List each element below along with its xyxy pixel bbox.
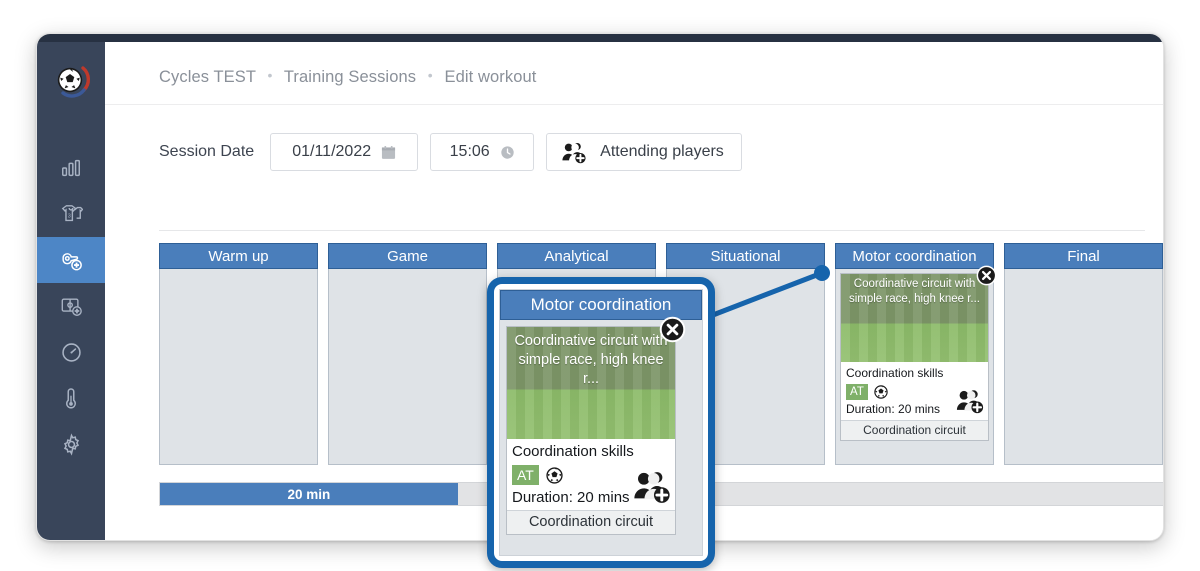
sidebar-item-statistics[interactable] xyxy=(37,145,105,191)
app-logo[interactable] xyxy=(53,61,91,99)
session-time-value: 15:06 xyxy=(449,143,490,160)
sidebar-nav: 3 xyxy=(37,145,114,467)
window-title-bar xyxy=(37,34,1163,42)
soccer-ball-icon xyxy=(874,384,888,399)
session-date-label: Session Date xyxy=(159,143,255,160)
zoom-popup[interactable]: Motor coordination Coordinative circuit … xyxy=(487,277,715,568)
header-divider xyxy=(105,104,1163,105)
zoom-popup-body: Motor coordination Coordinative circuit … xyxy=(499,289,703,556)
breadcrumb: Cycles TEST • Training Sessions • Edit w… xyxy=(159,67,536,87)
players-add-icon[interactable] xyxy=(632,469,672,509)
players-add-icon xyxy=(561,141,587,164)
pitch-plus-icon xyxy=(61,298,82,316)
players-add-icon[interactable] xyxy=(955,388,985,419)
card-info: Coordination skills AT Duration: 20 mins xyxy=(841,362,988,420)
card-image: Coordinative circuit with simple race, h… xyxy=(507,327,675,439)
column-header: Analytical xyxy=(497,243,656,269)
status-badge: AT xyxy=(846,383,868,400)
board-column-final: Final xyxy=(1004,243,1163,473)
svg-text:3: 3 xyxy=(68,213,71,219)
sidebar-item-settings[interactable] xyxy=(37,421,105,467)
session-controls: Session Date 01/11/2022 15:06 Attending … xyxy=(159,133,742,171)
left-sidebar: 3 xyxy=(37,42,114,540)
workout-card-magnified[interactable]: Coordinative circuit with simple race, h… xyxy=(506,316,686,535)
attending-players-label: Attending players xyxy=(600,143,724,160)
column-dropzone[interactable] xyxy=(159,269,318,465)
session-date-value: 01/11/2022 xyxy=(292,143,372,160)
calendar-icon[interactable] xyxy=(381,145,396,160)
column-dropzone[interactable] xyxy=(1004,269,1163,465)
soccer-ball-icon xyxy=(546,466,563,484)
sidebar-item-training-sessions[interactable] xyxy=(37,237,114,283)
close-icon[interactable] xyxy=(976,265,997,286)
sidebar-item-squad[interactable]: 3 xyxy=(37,191,105,237)
column-header: Warm up xyxy=(159,243,318,269)
session-time-input[interactable]: 15:06 xyxy=(430,133,535,171)
board-column-warm-up: Warm up xyxy=(159,243,318,473)
session-date-input[interactable]: 01/11/2022 xyxy=(270,133,419,171)
breadcrumb-separator: • xyxy=(427,67,433,83)
card-title: Coordination skills xyxy=(846,366,944,380)
attending-players-button[interactable]: Attending players xyxy=(546,133,742,171)
whistle-plus-icon xyxy=(62,253,82,271)
board-column-motor-coordination: Motor coordination Coordinative circuit … xyxy=(835,243,997,473)
card-image: Coordinative circuit with simple race, h… xyxy=(841,274,988,362)
breadcrumb-item-edit-workout[interactable]: Edit workout xyxy=(444,68,536,86)
section-divider xyxy=(159,230,1145,231)
breadcrumb-item-cycles[interactable]: Cycles TEST xyxy=(159,68,256,86)
breadcrumb-separator: • xyxy=(267,67,273,83)
close-icon[interactable] xyxy=(659,316,686,343)
thermometer-icon xyxy=(66,388,76,409)
status-badge: AT xyxy=(512,465,539,485)
card-title: Coordination skills xyxy=(512,443,634,460)
card-image-caption: Coordinative circuit with simple race, h… xyxy=(848,278,981,305)
board-column-game: Game xyxy=(328,243,487,473)
duration-bar-label: 20 min xyxy=(287,486,331,502)
column-dropzone[interactable] xyxy=(328,269,487,465)
screenshot-stage: 3 Cycles TEST • Training Sessions • Edit… xyxy=(0,0,1200,571)
column-header: Motor coordination xyxy=(835,243,994,269)
bar-chart-icon xyxy=(62,159,80,177)
column-dropzone[interactable]: Coordinative circuit with simple race, h… xyxy=(835,265,997,465)
sidebar-item-exercises[interactable] xyxy=(37,283,105,329)
workout-card[interactable]: Coordinative circuit with simple race, h… xyxy=(840,265,997,441)
column-header: Situational xyxy=(666,243,825,269)
column-header: Final xyxy=(1004,243,1163,269)
card-info: Coordination skills AT Duration: 20 mins xyxy=(507,439,675,510)
duration-bar-fill: 20 min xyxy=(160,483,458,505)
gauge-icon xyxy=(61,342,81,362)
card-footer: Coordination circuit xyxy=(841,420,988,440)
card-footer: Coordination circuit xyxy=(507,510,675,534)
jersey-squad-icon: 3 xyxy=(61,205,83,222)
sidebar-item-performance[interactable] xyxy=(37,329,105,375)
sidebar-item-load-monitoring[interactable] xyxy=(37,375,105,421)
column-header: Game xyxy=(328,243,487,269)
breadcrumb-item-training-sessions[interactable]: Training Sessions xyxy=(284,68,416,86)
card-image-caption: Coordinative circuit with simple race, h… xyxy=(514,333,668,387)
soccer-ball-logo-icon xyxy=(57,66,91,98)
clock-icon[interactable] xyxy=(500,145,515,160)
gear-icon xyxy=(63,432,79,456)
